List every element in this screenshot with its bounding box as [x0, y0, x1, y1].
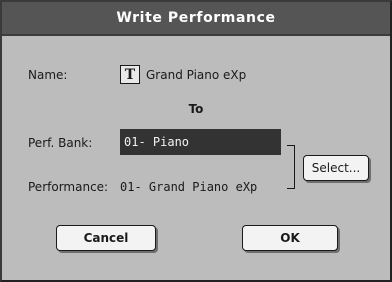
selection-bracket: [287, 145, 295, 189]
perf-bank-label: Perf. Bank:: [28, 136, 93, 150]
cancel-button[interactable]: Cancel: [56, 225, 156, 251]
dialog-titlebar: Write Performance: [2, 2, 390, 36]
select-button[interactable]: Select...: [303, 155, 369, 181]
select-button-label: Select...: [311, 161, 361, 175]
ok-button[interactable]: OK: [242, 225, 338, 251]
dialog-title: Write Performance: [116, 10, 276, 26]
performance-label: Performance:: [28, 180, 109, 194]
to-heading: To: [188, 102, 204, 116]
text-edit-icon[interactable]: T: [120, 65, 140, 84]
write-performance-dialog: Write Performance Name: T Grand Piano eX…: [0, 0, 392, 282]
name-label: Name:: [28, 68, 68, 82]
performance-value: 01- Grand Piano eXp: [120, 180, 258, 194]
ok-button-label: OK: [280, 231, 300, 245]
cancel-button-label: Cancel: [83, 231, 129, 245]
perf-bank-field[interactable]: 01- Piano: [120, 129, 281, 155]
text-edit-icon-glyph: T: [124, 66, 136, 83]
name-value: Grand Piano eXp: [146, 68, 247, 82]
perf-bank-value: 01- Piano: [124, 135, 190, 149]
